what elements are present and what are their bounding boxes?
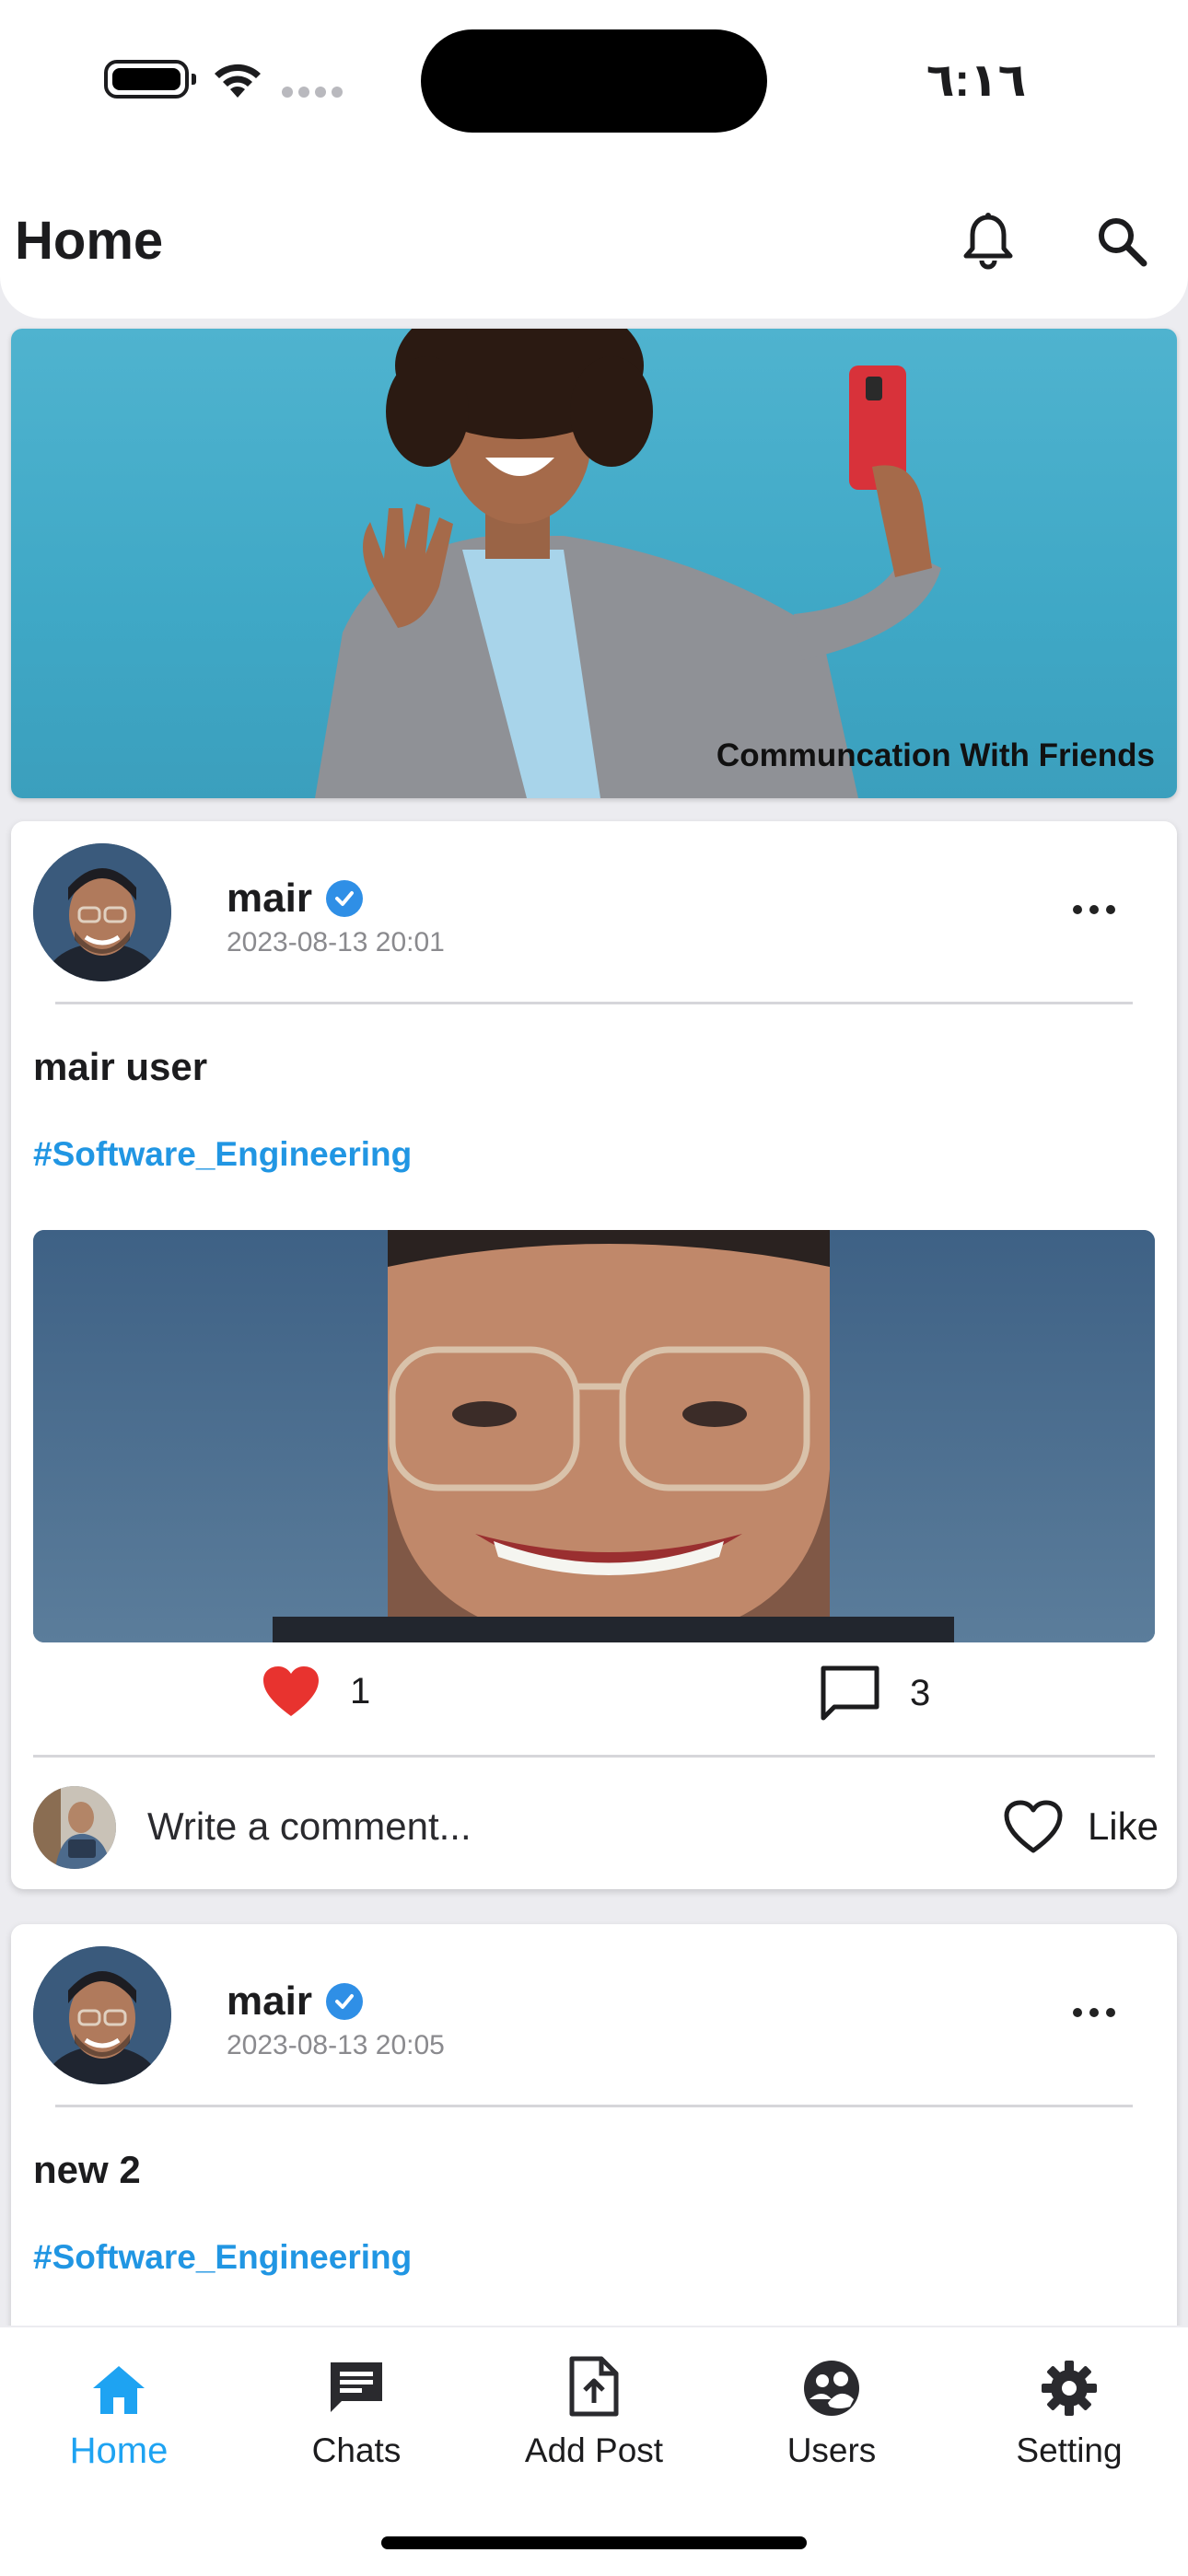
post-text: mair user — [33, 1045, 208, 1088]
more-dot-icon — [1089, 2008, 1099, 2017]
more-options-button[interactable] — [1066, 1994, 1122, 2031]
author-name[interactable]: mair — [227, 1976, 312, 2027]
post-card: mair 2023-08-13 20:01 mair user #Softwar… — [11, 821, 1177, 1889]
avatar[interactable] — [33, 1946, 171, 2084]
divider — [55, 1002, 1133, 1004]
current-user-photo — [33, 1786, 116, 1869]
avatar-photo — [33, 843, 171, 981]
nav-label: Setting — [1016, 2431, 1123, 2469]
comments-reaction[interactable]: 3 — [820, 1665, 930, 1722]
chat-icon — [331, 2362, 382, 2412]
home-icon — [93, 2366, 145, 2414]
home-indicator[interactable] — [381, 2536, 807, 2549]
battery-icon — [104, 60, 196, 99]
nav-label: Add Post — [524, 2431, 664, 2469]
page-title: Home — [15, 211, 164, 271]
author-name[interactable]: mair — [227, 873, 312, 924]
post-image[interactable] — [33, 1230, 1155, 1642]
users-icon — [804, 2361, 859, 2416]
current-user-avatar — [33, 1786, 116, 1869]
bell-icon — [963, 213, 1013, 270]
add-post-icon — [569, 2356, 619, 2417]
comment-icon — [821, 1665, 879, 1721]
divider — [55, 2105, 1133, 2107]
gear-icon — [1042, 2361, 1097, 2416]
verified-badge-icon — [326, 1983, 363, 2020]
likes-reaction[interactable]: 1 — [262, 1665, 370, 1718]
nav-item-users[interactable]: Users — [713, 2350, 950, 2497]
more-dot-icon — [1106, 905, 1115, 914]
nav-item-chats[interactable]: Chats — [238, 2350, 475, 2497]
divider — [33, 1755, 1155, 1758]
more-dot-icon — [1089, 905, 1099, 914]
comment-input[interactable] — [147, 1790, 792, 1863]
hashtag-link[interactable]: #Software_Engineering — [33, 2235, 412, 2280]
comments-count: 3 — [910, 1673, 931, 1713]
verified-badge-icon — [326, 880, 363, 917]
search-button[interactable] — [1085, 204, 1159, 278]
post-timestamp: 2023-08-13 20:05 — [227, 2030, 445, 2060]
hero-banner[interactable]: Communcation With Friends — [11, 329, 1177, 798]
heart-outline-icon — [1004, 1800, 1063, 1853]
more-dot-icon — [1073, 2008, 1082, 2017]
dynamic-island — [421, 29, 767, 133]
banner-caption: Communcation With Friends — [716, 737, 1155, 773]
status-time: ٦:١٦ — [926, 54, 1027, 106]
notifications-button[interactable] — [951, 204, 1025, 278]
post-timestamp: 2023-08-13 20:01 — [227, 927, 445, 957]
post-photo — [33, 1230, 1155, 1642]
more-options-button[interactable] — [1066, 891, 1122, 928]
wifi-icon — [215, 64, 261, 98]
likes-count: 1 — [350, 1671, 371, 1712]
app-bar: Home — [0, 166, 1188, 319]
nav-label: Chats — [311, 2431, 402, 2469]
cellular-signal-icon — [282, 87, 343, 98]
avatar[interactable] — [33, 843, 171, 981]
search-icon — [1099, 218, 1147, 267]
nav-item-home[interactable]: Home — [0, 2350, 238, 2497]
more-dot-icon — [1106, 2008, 1115, 2017]
nav-label: Users — [786, 2431, 877, 2469]
more-dot-icon — [1073, 905, 1082, 914]
post-text: new 2 — [33, 2148, 141, 2191]
avatar-photo — [33, 1946, 171, 2084]
banner-photo — [315, 329, 941, 798]
status-bar: ٦:١٦ — [0, 0, 1188, 166]
nav-item-setting[interactable]: Setting — [950, 2350, 1188, 2497]
heart-filled-icon — [263, 1666, 319, 1716]
nav-item-add-post[interactable]: Add Post — [475, 2350, 713, 2497]
like-label: Like — [1087, 1804, 1159, 1848]
post-card: mair 2023-08-13 20:05 new 2 #Software_En… — [11, 1924, 1177, 2348]
nav-label: Home — [69, 2431, 169, 2471]
hashtag-link[interactable]: #Software_Engineering — [33, 1132, 412, 1177]
like-button[interactable]: Like — [1003, 1792, 1159, 1862]
